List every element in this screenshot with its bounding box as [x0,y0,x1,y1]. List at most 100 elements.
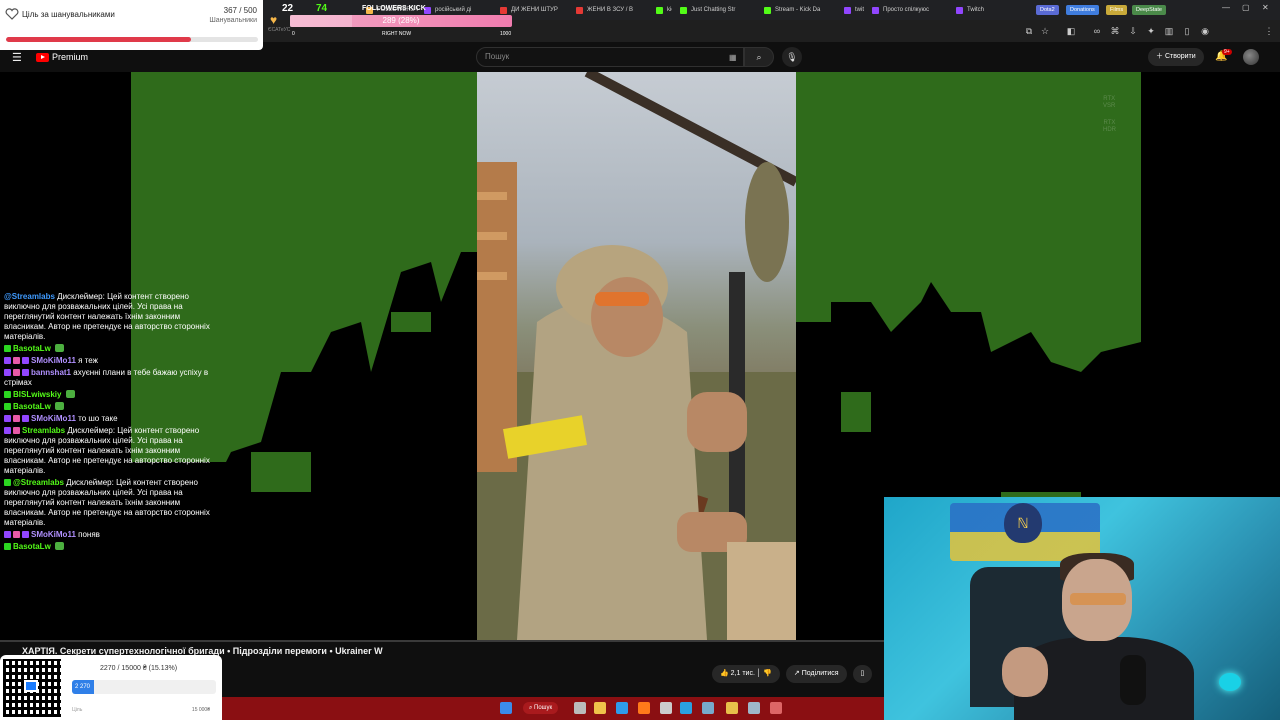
app-icon[interactable] [702,702,714,714]
chat-message: SMoKiMo11 поняв [4,530,214,540]
sidebar-icon[interactable]: ▯ [1182,26,1192,36]
tab-favicon-icon [764,6,771,14]
voice-search-button[interactable]: 🎙 [782,47,802,67]
youtube-logo[interactable]: Premium [36,52,88,62]
chat-message: BasotaLw [4,402,214,412]
thumbs-up-icon: 👍 [720,670,731,677]
menu-icon[interactable]: ⋮ [1264,26,1274,36]
webcam-overlay: ℕ [884,497,1280,720]
tab-label: Twitch [967,7,985,13]
cast-icon[interactable]: ⧉ [1024,26,1034,36]
extension-icon[interactable]: ◧ [1066,26,1076,36]
browser-icon[interactable] [616,702,628,714]
steam-icon[interactable] [748,702,760,714]
trash-icon[interactable]: ▥ [1164,26,1174,36]
chat-badge-icon [4,403,11,410]
goal-progress-bar [6,37,258,42]
bookmark-button[interactable]: Films [1106,5,1128,15]
chat-badge-icon [13,427,20,434]
chat-username[interactable]: BasotaLw [13,344,51,353]
task-view-icon[interactable] [574,702,586,714]
chat-username[interactable]: SMoKiMo11 [31,356,76,365]
share-button[interactable]: ↗ Поділитися [785,665,847,683]
puzzle-icon[interactable]: ✦ [1146,26,1156,36]
donation-goal-total: 15 000₴ [191,707,210,713]
close-window-button[interactable]: ✕ [1262,3,1269,12]
bookmark-button[interactable]: Dota2 [1036,5,1059,15]
donation-goal-label: Ціль [72,707,83,713]
video-progress-bar[interactable] [0,640,884,642]
bookmark-button[interactable]: Donations [1066,5,1099,15]
glasses-icon[interactable]: ∞ [1092,26,1102,36]
browser-tab[interactable]: twitch [840,2,864,18]
avatar[interactable] [1243,49,1259,65]
goal-title: Ціль за шанувальниками [22,10,115,19]
chat-badge-icon [4,543,11,550]
keyboard-icon[interactable]: ▦ [729,53,737,62]
followers-kick-label: FOLLOWERS KICK [362,5,426,12]
like-button[interactable]: 👍 2,1 тис. │ 👎 [712,665,780,683]
chat-username[interactable]: SMoKiMo11 [31,530,76,539]
heart-icon: ♥ [270,13,278,27]
donation-progress-bar: 2 270 [72,680,216,694]
chat-username[interactable]: @Streamlabs [13,478,64,487]
translate-icon[interactable]: ⌘ [1110,26,1120,36]
soldier-scene [477,72,796,640]
streamer-glasses [1070,593,1126,605]
chat-message: BasotaLw [4,542,214,552]
create-button[interactable]: ＋ Створити [1148,48,1204,66]
chat-message: bannshat1 ахуєнні плани в тебе бажаю усп… [4,368,214,388]
save-button[interactable]: ▯ [852,665,873,683]
chrome-icon[interactable] [726,702,738,714]
windows-taskbar: ⌕ Пошук [222,697,884,720]
youtube-brand-label: Premium [52,52,89,62]
browser-tab[interactable]: ЖЕНИ В ЗСУ / В [572,2,646,18]
browser-tab[interactable]: Twitch [952,2,1024,18]
rtx-vsr-indicator: RTX VSR [1103,96,1116,109]
obs-icon[interactable] [660,702,672,714]
search-input[interactable]: Пошук [476,47,744,67]
create-label: Створити [1164,53,1196,60]
browser-tab[interactable]: kick [652,2,672,18]
browser-tab[interactable]: Просто спілкуюс [868,2,946,18]
chat-message: SMoKiMo11 я теж [4,356,214,366]
file-explorer-icon[interactable] [594,702,606,714]
tab-label: twitch [855,7,864,13]
search-button[interactable]: ⌕ [744,47,774,67]
heart-icon [5,8,19,20]
chat-message: BISLwiwskiy [4,390,214,400]
maximize-button[interactable]: ▢ [1242,3,1250,12]
kick-stat: 74 [316,3,328,14]
chat-badge-icon [4,357,11,364]
chat-username[interactable]: SMoKiMo11 [31,414,76,423]
chat-username[interactable]: @Streamlabs [4,292,55,301]
windows-start-icon[interactable] [500,702,512,714]
followers-progress-bar: 289 (28%) [290,15,512,27]
chat-username[interactable]: bannshat1 [31,368,71,377]
chat-badge-icon [13,531,20,538]
chat-badge-icon [22,415,29,422]
browser-tab[interactable]: Just Chatting Str [676,2,754,18]
app2-icon[interactable] [770,702,782,714]
emote-icon [65,390,75,398]
download-icon[interactable]: ⇩ [1128,26,1138,36]
chat-username[interactable]: BasotaLw [13,542,51,551]
profile-icon[interactable]: ◉ [1200,26,1210,36]
chat-badge-icon [4,531,11,538]
minimize-button[interactable]: — [1222,3,1230,12]
star-icon[interactable]: ☆ [1040,26,1050,36]
thumbs-down-icon[interactable]: 👎 [763,670,772,677]
kick-followers-widget: 22 74 FOLLOWERS KICK ♥ 289 (28%) 0 RIGHT… [264,0,514,40]
telegram-icon[interactable] [680,702,692,714]
bookmark-button[interactable]: DeepState [1132,5,1166,15]
chat-username[interactable]: BISLwiwskiy [13,390,61,399]
browser-tab[interactable]: Stream - Kick Da [760,2,834,18]
goal-progress-fill [6,37,191,42]
menu-hamburger-icon[interactable]: ☰ [12,51,22,64]
firefox-icon[interactable] [638,702,650,714]
chat-username[interactable]: Streamlabs [22,426,65,435]
chat-badge-icon [22,369,29,376]
taskbar-search[interactable]: ⌕ Пошук [523,702,559,714]
chat-username[interactable]: BasotaLw [13,402,51,411]
follower-goal-widget: Ціль за шанувальниками 367 / 500 Шанувал… [0,0,263,50]
